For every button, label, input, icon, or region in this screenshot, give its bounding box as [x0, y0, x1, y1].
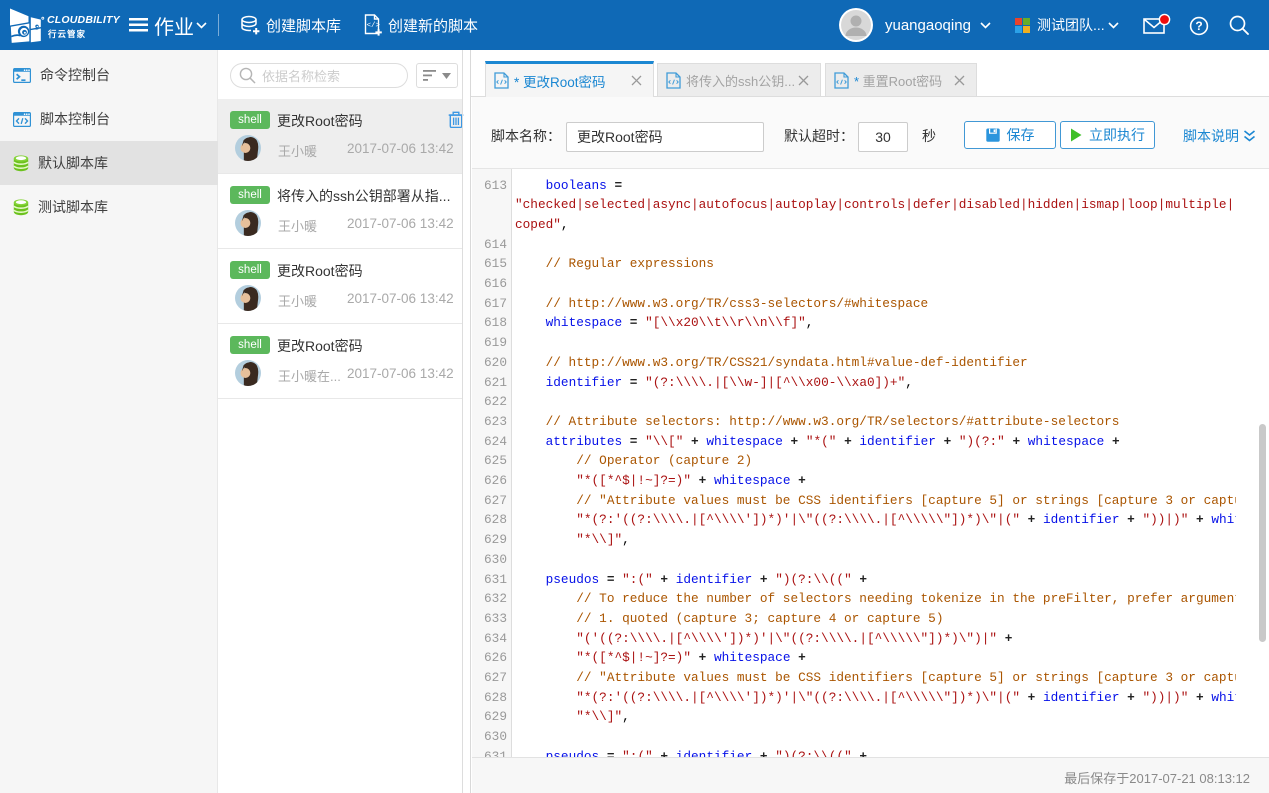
svg-text:?: ?	[1195, 19, 1202, 33]
svg-text:</>: </>	[367, 22, 381, 30]
